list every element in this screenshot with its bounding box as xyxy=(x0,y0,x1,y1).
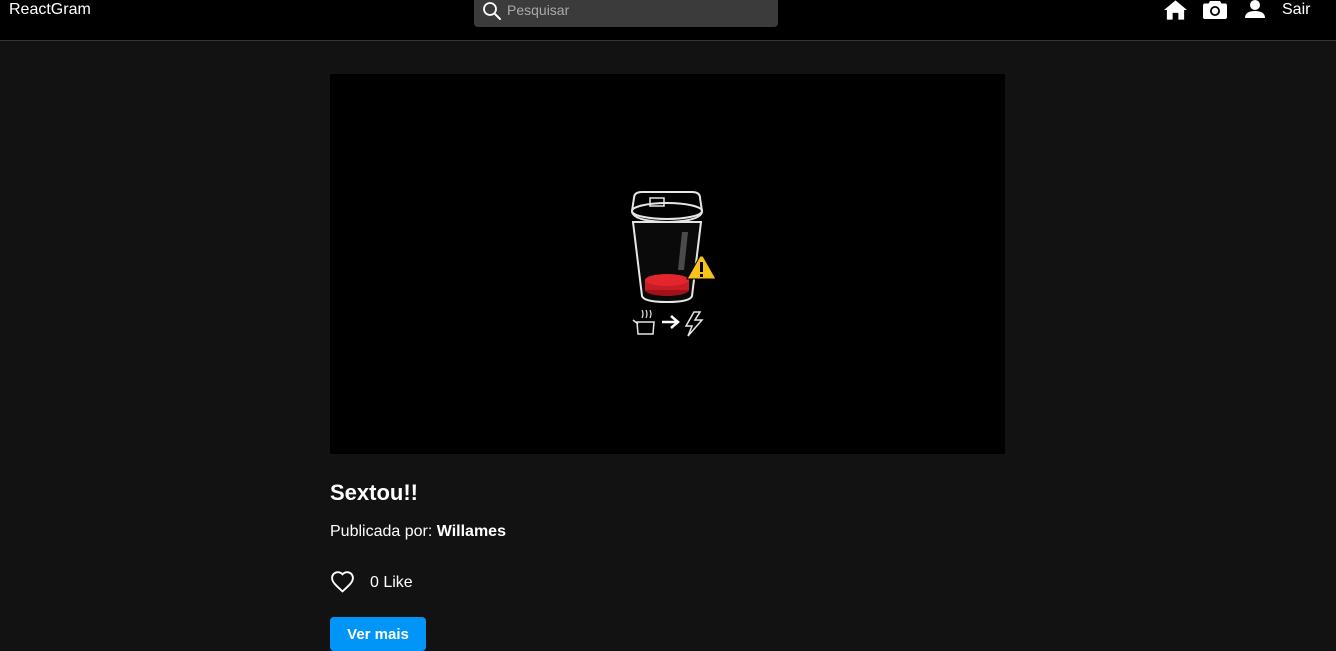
coffee-battery-illustration xyxy=(630,191,717,337)
like-count: 0 Like xyxy=(370,574,413,591)
photo-image xyxy=(330,74,1005,454)
navbar: ReactGram Sair xyxy=(0,0,1336,41)
search-icon xyxy=(483,2,501,20)
photo-title: Sextou!! xyxy=(330,480,418,505)
author-link[interactable]: Willames xyxy=(437,523,506,540)
view-more-button[interactable]: Ver mais xyxy=(330,617,426,651)
brand-logo[interactable]: ReactGram xyxy=(9,0,91,20)
home-icon[interactable] xyxy=(1164,0,1187,20)
search-input[interactable] xyxy=(507,0,767,20)
logout-link[interactable]: Sair xyxy=(1282,0,1310,20)
user-icon[interactable] xyxy=(1245,0,1265,18)
author-prefix: Publicada por: xyxy=(330,523,433,540)
author-line: Publicada por: Willames xyxy=(330,522,506,542)
camera-icon[interactable] xyxy=(1203,0,1227,19)
heart-outline-icon[interactable] xyxy=(330,569,355,594)
search-bar xyxy=(474,0,778,27)
